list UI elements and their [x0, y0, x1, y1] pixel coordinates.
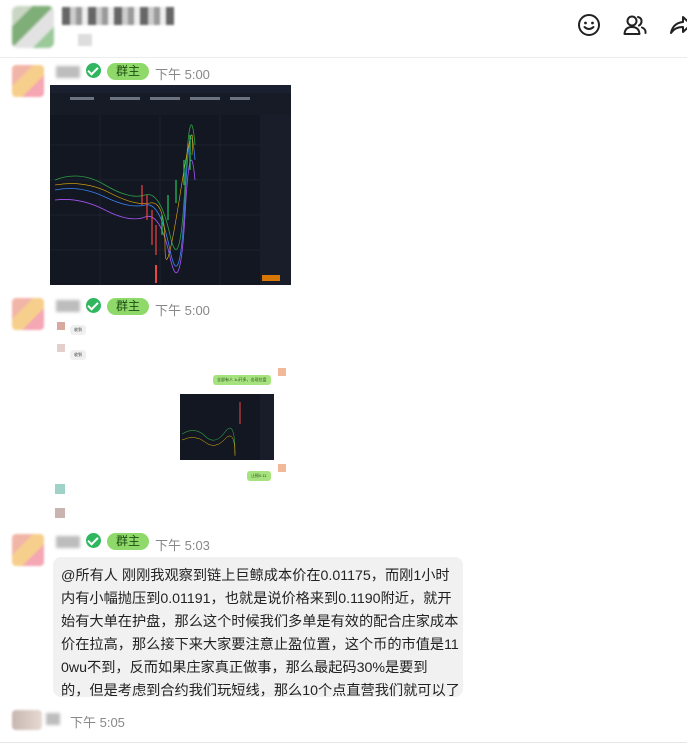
owner-badge: 群主	[107, 63, 150, 80]
sender-avatar[interactable]	[12, 65, 44, 97]
forwarded-chat-image[interactable]: 收到 收到 全部有人 1u开多，出现拉盘 止损0.11	[50, 318, 290, 522]
mini-avatar	[57, 344, 65, 352]
sender-avatar[interactable]	[12, 534, 44, 566]
mini-avatar	[55, 508, 65, 518]
sender-name-blurred	[46, 713, 60, 725]
message-time: 下午 5:00	[155, 303, 210, 318]
divider	[0, 742, 687, 743]
verified-icon	[86, 533, 101, 548]
members-icon[interactable]	[622, 12, 648, 38]
message-line: 的，但是考虑到合约我们玩短线，那么10个点直营我们就可以了	[61, 683, 460, 699]
mini-avatar	[57, 322, 65, 330]
trading-chart-graphic	[50, 85, 291, 285]
message-line: 始有大单在护盘，那么这个时候我们多单是有效的配合庄家成本	[61, 614, 459, 630]
verified-icon	[86, 298, 101, 313]
sender-avatar[interactable]	[12, 298, 44, 330]
sender-name-blurred	[56, 300, 80, 312]
verified-icon	[86, 63, 101, 78]
mini-avatar	[278, 464, 286, 472]
sender-avatar[interactable]	[12, 710, 42, 730]
share-icon[interactable]	[668, 12, 687, 38]
mini-bubble: 全部有人 1u开多，出现拉盘	[213, 375, 271, 385]
message-line: @所有人 刚刚我观察到链上巨鲸成本价在0.01175，而刚1小时	[61, 568, 450, 584]
message-line: 0wu不到，反而如果庄家真正做事，那么最起码30%是要到	[61, 660, 428, 676]
mini-chart-graphic	[181, 394, 274, 460]
message-line: 内有小幅抛压到0.01191，也就是说价格来到0.1190附近，就开	[61, 591, 452, 607]
message-time: 下午 5:05	[70, 715, 125, 730]
message-bubble[interactable]: @所有人 刚刚我观察到链上巨鲸成本价在0.01175，而刚1小时 内有小幅抛压到…	[53, 557, 463, 699]
message-time: 下午 5:00	[155, 67, 210, 82]
group-subtitle-blurred	[78, 34, 92, 46]
trading-chart-image[interactable]	[50, 85, 291, 285]
sender-name-blurred	[56, 536, 80, 548]
owner-badge: 群主	[107, 298, 150, 315]
mini-bubble: 收到	[70, 325, 86, 335]
emoji-icon[interactable]	[576, 12, 602, 38]
group-avatar[interactable]	[12, 6, 54, 48]
mini-avatar	[55, 484, 65, 494]
sender-name-blurred	[56, 66, 80, 78]
group-name-blurred	[62, 7, 174, 25]
chat-header	[0, 0, 687, 58]
mini-avatar	[278, 368, 286, 376]
mini-bubble: 收到	[70, 350, 86, 360]
mini-bubble: 止损0.11	[247, 471, 271, 481]
mini-chart	[180, 394, 274, 460]
message-line: 价在拉高，那么接下来大家要注意止盈位置，这个币的市值是11	[61, 637, 459, 653]
owner-badge: 群主	[107, 533, 150, 550]
message-time: 下午 5:03	[155, 538, 210, 553]
